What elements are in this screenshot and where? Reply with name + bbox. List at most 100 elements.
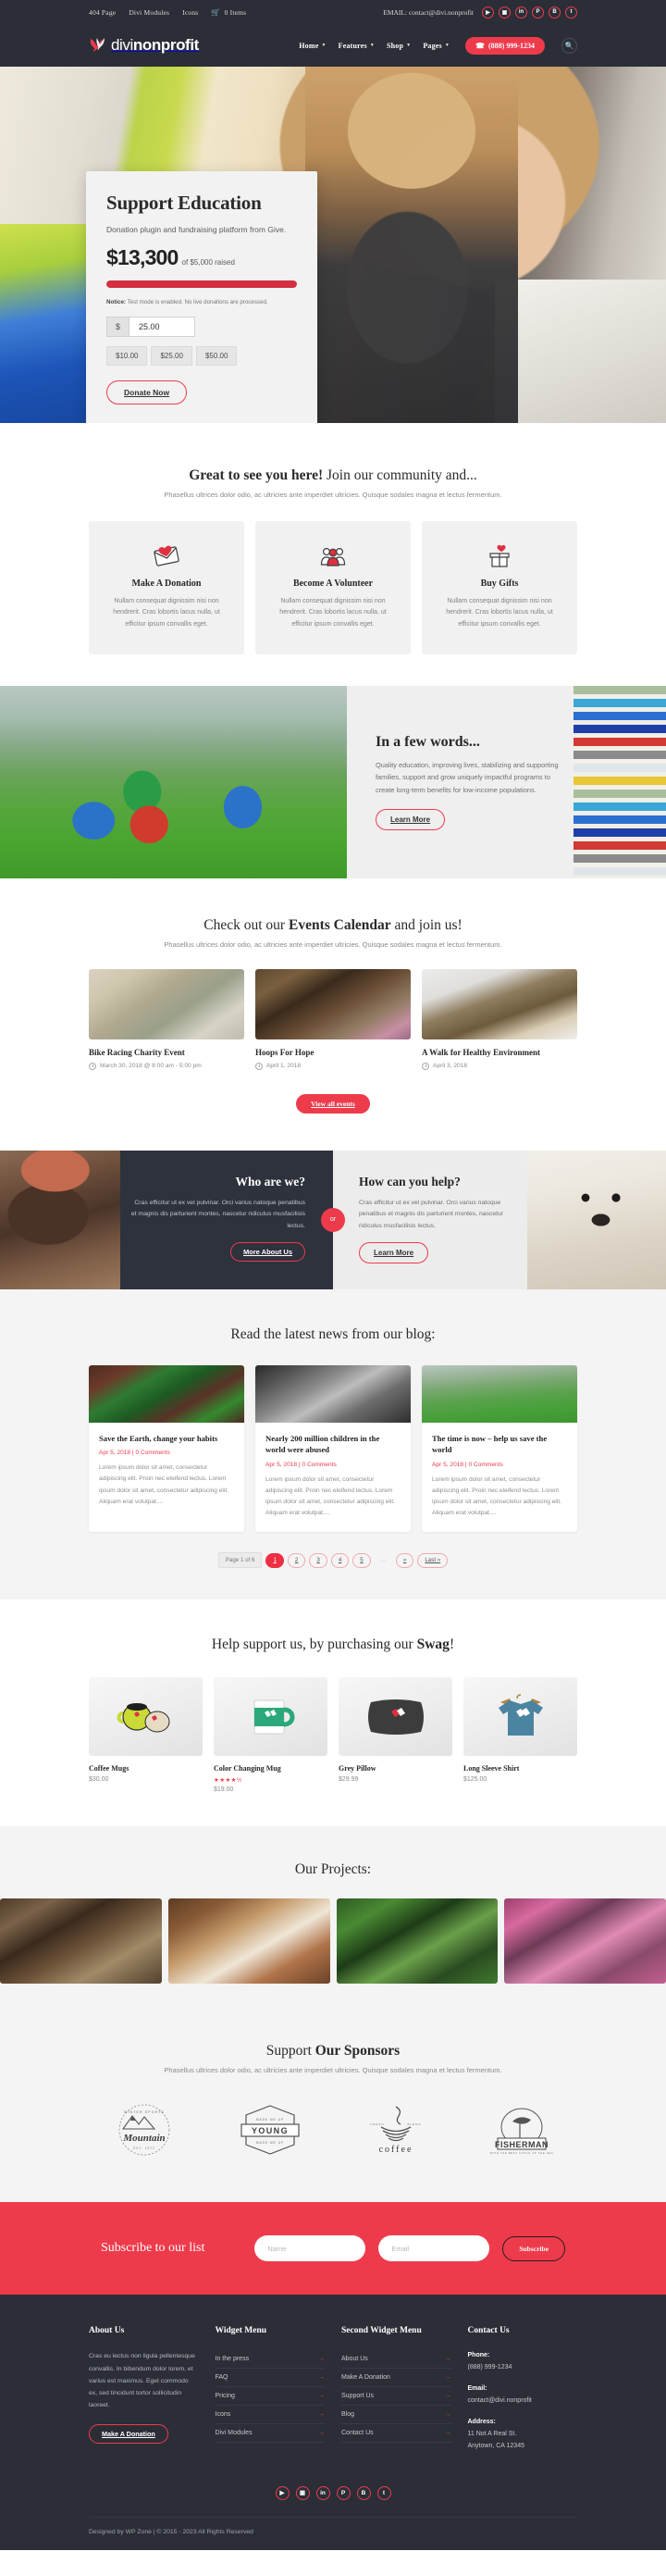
footer-link-label: Pricing [215, 2393, 235, 2400]
how-can-you-help-learn-more-button[interactable]: Learn More [359, 1242, 429, 1264]
header-phone-button[interactable]: ☎ (888) 999-1234 [465, 36, 545, 55]
tumblr-icon[interactable]: t [376, 2485, 391, 2500]
chevron-down-icon: ▼ [444, 43, 450, 48]
svg-text:MADE ME UP: MADE ME UP [256, 2118, 284, 2122]
pagination-next-button[interactable]: » [395, 1552, 414, 1568]
preset-amount-25[interactable]: $25.00 [151, 346, 192, 366]
event-card[interactable]: Hoops For Hope April 1, 2018 [255, 968, 411, 1070]
preset-amount-50[interactable]: $50.00 [195, 346, 238, 366]
pagination-page-1[interactable]: 1 [265, 1552, 284, 1568]
cart-link[interactable]: 🛒 0 Items [211, 8, 246, 17]
footer-phone-value[interactable]: (888) 999-1234 [468, 2362, 578, 2374]
pagination-page-3[interactable]: 3 [309, 1552, 327, 1568]
event-card[interactable]: Bike Racing Charity Event March 30, 2018… [89, 968, 244, 1070]
subscribe-button[interactable]: Subscribe [502, 2235, 566, 2261]
community-card-title: Make A Donation [131, 579, 202, 589]
footer-copyright: Designed by WP Zone | © 2015 - 2023 All … [89, 2516, 577, 2550]
topbar-link-404[interactable]: 404 Page [89, 8, 116, 17]
footer-make-a-donation-button[interactable]: Make A Donation [89, 2423, 168, 2444]
search-icon[interactable]: 🔍 [561, 37, 577, 54]
product-card[interactable]: Color Changing Mug ★★★★½ $19.00 [214, 1677, 327, 1793]
project-thumbnail-writing[interactable] [167, 1898, 330, 1985]
more-about-us-button[interactable]: More About Us [229, 1242, 305, 1263]
blog-post-body: The time is now – help us save the world… [422, 1423, 577, 1533]
pagination-page-4[interactable]: 4 [330, 1552, 350, 1568]
community-card-gifts[interactable]: Buy Gifts Nullam consequat dignissim nis… [422, 521, 577, 654]
subscribe-email-input[interactable] [378, 2235, 490, 2262]
nav-item-pages[interactable]: Pages ▼ [423, 42, 450, 50]
arrow-right-icon: → [318, 2356, 325, 2363]
donate-now-button[interactable]: Donate Now [106, 380, 188, 404]
behance-icon[interactable]: B [356, 2485, 371, 2500]
sponsor-logo-mountain[interactable]: Mountain WINTER SPORTS EST. 1972 [89, 2102, 200, 2158]
footer-link-icons[interactable]: Icons → [215, 2406, 325, 2425]
top-bar-right: EMAIL: contact@divi.nonprofit ▶ ▣ in P B… [383, 6, 577, 19]
svg-text:WITH THE BEST CATCH OF THE SEA: WITH THE BEST CATCH OF THE SEA [490, 2151, 554, 2155]
about-learn-more-button[interactable]: Learn More [376, 808, 446, 830]
project-thumbnail-festival[interactable] [504, 1898, 666, 1985]
topbar-link-divi-modules[interactable]: Divi Modules [129, 8, 169, 17]
tumblr-icon[interactable]: t [565, 6, 577, 19]
community-card-donation[interactable]: Make A Donation Nullam consequat digniss… [89, 521, 244, 654]
view-all-events-button[interactable]: View all events [296, 1093, 370, 1114]
instagram-icon[interactable]: ▣ [499, 6, 511, 19]
blog-post-card[interactable]: The time is now – help us save the world… [422, 1364, 577, 1533]
nav-item-features[interactable]: Features ▼ [339, 42, 375, 50]
pagination-last-button[interactable]: Last » [417, 1552, 449, 1568]
project-thumbnail-classroom[interactable] [0, 1898, 162, 1985]
topbar-link-icons[interactable]: Icons [182, 8, 198, 17]
projects-title: Our Projects: [294, 1861, 372, 1878]
sponsor-logo-young[interactable]: YOUNG MADE ME UP MADE ME UP [215, 2102, 326, 2158]
subscribe-title: Subscribe to our list [100, 2241, 205, 2256]
site-logo[interactable]: divinonprofit [89, 36, 199, 55]
nav-item-shop[interactable]: Shop ▼ [387, 42, 411, 50]
pinterest-icon[interactable]: P [336, 2485, 351, 2500]
behance-icon[interactable]: B [549, 6, 561, 19]
footer-link-support-us[interactable]: Support Us → [341, 2387, 451, 2407]
blog-post-card[interactable]: Nearly 200 million children in the world… [255, 1364, 411, 1533]
footer-link-blog[interactable]: Blog → [341, 2406, 451, 2425]
footer-email-value[interactable]: contact@divi.nonprofit [468, 2396, 578, 2408]
donation-amount-input[interactable]: 25.00 [129, 317, 195, 337]
nav-item-home[interactable]: Home ▼ [299, 42, 326, 50]
clock-icon [255, 1062, 263, 1070]
community-card-title: Become A Volunteer [292, 579, 374, 589]
donation-raised-amount: $13,300 [106, 245, 179, 269]
events-title-bold: Events Calendar [288, 916, 391, 933]
event-thumbnail [89, 968, 244, 1039]
footer-columns: About Us Cras eu lectus non ligula pelle… [89, 2326, 577, 2462]
events-title-post: and join us! [390, 916, 462, 933]
linkedin-icon[interactable]: in [315, 2485, 330, 2500]
pagination-page-2[interactable]: 2 [287, 1552, 306, 1568]
footer-link-pricing[interactable]: Pricing → [215, 2387, 325, 2407]
footer-link-divi-modules[interactable]: Divi Modules → [215, 2424, 325, 2444]
event-card[interactable]: A Walk for Healthy Environment April 3, … [422, 968, 577, 1070]
sponsor-logo-coffee[interactable]: coffee FRESH BLEND [340, 2102, 451, 2158]
currency-symbol: $ [106, 317, 129, 337]
product-card[interactable]: Coffee Mugs $30.00 [89, 1677, 203, 1793]
community-title-bold: Great to see you here! [189, 467, 324, 483]
footer-link-about-us[interactable]: About Us → [341, 2350, 451, 2370]
project-thumbnail-swings[interactable] [336, 1898, 499, 1985]
product-card[interactable]: Grey Pillow $29.99 [339, 1677, 452, 1793]
footer-link-faq[interactable]: FAQ → [215, 2369, 325, 2388]
pagination-page-5[interactable]: 5 [352, 1552, 371, 1568]
preset-amount-10[interactable]: $10.00 [106, 346, 148, 366]
product-card[interactable]: Long Sleeve Shirt $125.00 [463, 1677, 577, 1793]
product-name: Long Sleeve Shirt [463, 1764, 520, 1773]
footer-link-make-a-donation[interactable]: Make A Donation → [341, 2369, 451, 2388]
footer-link-contact-us[interactable]: Contact Us → [341, 2424, 451, 2444]
subscribe-name-input[interactable] [254, 2235, 366, 2262]
pinterest-icon[interactable]: P [532, 6, 544, 19]
linkedin-icon[interactable]: in [515, 6, 527, 19]
community-card-volunteer[interactable]: Become A Volunteer Nullam consequat dign… [255, 521, 411, 654]
footer-link-label: Divi Modules [215, 2430, 253, 2437]
youtube-icon[interactable]: ▶ [275, 2485, 290, 2500]
footer-link-in-the-press[interactable]: In the press → [215, 2350, 325, 2370]
blog-post-body: Save the Earth, change your habits Apr 5… [89, 1423, 244, 1521]
blog-post-card[interactable]: Save the Earth, change your habits Apr 5… [89, 1364, 244, 1533]
youtube-icon[interactable]: ▶ [482, 6, 494, 19]
sponsor-logo-fisherman[interactable]: FISHERMAN WITH THE BEST CATCH OF THE SEA [466, 2102, 577, 2158]
cart-icon: 🛒 [211, 7, 221, 17]
instagram-icon[interactable]: ▣ [295, 2485, 310, 2500]
